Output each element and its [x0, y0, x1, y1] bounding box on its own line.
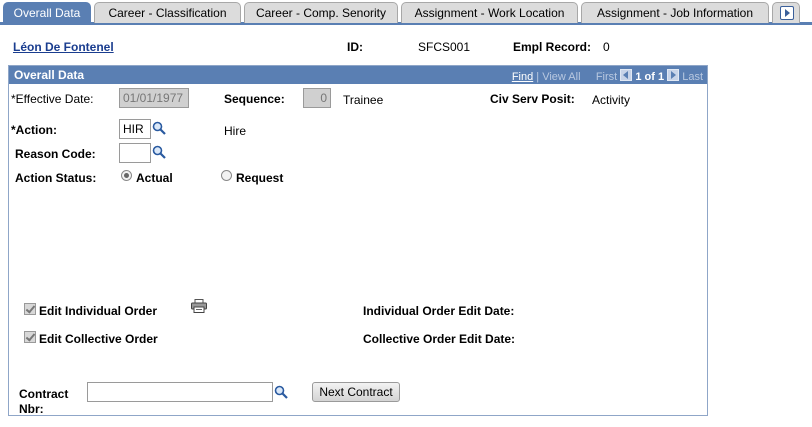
- find-link[interactable]: Find: [512, 71, 533, 83]
- first-link: First: [595, 71, 618, 83]
- next-row-icon[interactable]: [667, 69, 680, 81]
- action-description: Hire: [224, 124, 247, 138]
- effective-date-field[interactable]: 01/01/1977: [119, 88, 189, 108]
- edit-collective-order-label: Edit Collective Order: [39, 332, 158, 346]
- action-status-label: Action Status:: [15, 171, 97, 185]
- status-actual-label[interactable]: Actual: [136, 171, 173, 185]
- civ-serv-posit-label: Civ Serv Posit:: [490, 92, 575, 106]
- reason-code-field[interactable]: [119, 143, 151, 163]
- id-value: SFCS001: [418, 40, 471, 54]
- tab-scroll-right-button[interactable]: [772, 2, 800, 23]
- contract-nbr-label-line1: Contract: [19, 387, 69, 401]
- overall-data-group: Overall Data Find | View All First 1 of …: [8, 65, 708, 416]
- sequence-label: Sequence:: [224, 92, 285, 106]
- empl-record-label: Empl Record:: [513, 40, 592, 54]
- last-link: Last: [682, 71, 703, 83]
- printer-icon[interactable]: [191, 299, 207, 313]
- edit-individual-order-label: Edit Individual Order: [39, 304, 158, 318]
- tab-bar: Overall Data Career - Classification Car…: [0, 0, 812, 25]
- edit-collective-order-checkbox[interactable]: [24, 331, 36, 343]
- action-field[interactable]: HIR: [119, 119, 151, 139]
- group-header: Overall Data Find | View All First 1 of …: [9, 66, 707, 84]
- edit-individual-order-checkbox[interactable]: [24, 303, 36, 315]
- id-label: ID:: [347, 40, 363, 54]
- contract-nbr-label-line2: Nbr:: [19, 402, 44, 416]
- contract-nbr-field[interactable]: [87, 382, 273, 402]
- empl-record-value: 0: [603, 40, 610, 54]
- status-request-radio[interactable]: [221, 170, 232, 181]
- view-all-link: View All: [542, 71, 581, 83]
- sequence-description: Trainee: [343, 93, 384, 107]
- tab-career-comp-senority[interactable]: Career - Comp. Senority: [244, 2, 398, 23]
- status-actual-radio[interactable]: [121, 170, 132, 181]
- tab-assignment-work-location[interactable]: Assignment - Work Location: [401, 2, 578, 23]
- tab-assignment-job-information[interactable]: Assignment - Job Information: [581, 2, 769, 23]
- collective-order-edit-date-label: Collective Order Edit Date:: [363, 332, 516, 346]
- reason-code-lookup-icon[interactable]: [152, 145, 166, 159]
- contract-lookup-icon[interactable]: [274, 385, 288, 399]
- employee-name-link[interactable]: Léon De Fontenel: [13, 40, 114, 54]
- group-title: Overall Data: [14, 68, 85, 82]
- tab-career-classification[interactable]: Career - Classification: [94, 2, 241, 23]
- next-contract-button[interactable]: Next Contract: [312, 382, 400, 402]
- effective-date-label: *Effective Date:: [11, 92, 94, 106]
- status-request-label[interactable]: Request: [236, 171, 283, 185]
- action-label: *Action:: [11, 123, 57, 137]
- civ-serv-posit-value: Activity: [592, 93, 631, 107]
- row-position: 1 of 1: [635, 71, 665, 83]
- right-arrow-icon: [780, 6, 794, 20]
- tab-overall-data[interactable]: Overall Data: [3, 2, 91, 23]
- reason-code-label: Reason Code:: [15, 147, 96, 161]
- previous-row-icon[interactable]: [620, 69, 633, 81]
- individual-order-edit-date-label: Individual Order Edit Date:: [363, 304, 515, 318]
- action-lookup-icon[interactable]: [152, 121, 166, 135]
- row-navigation: Find | View All First 1 of 1 Last: [511, 69, 703, 83]
- sequence-field[interactable]: 0: [303, 88, 331, 108]
